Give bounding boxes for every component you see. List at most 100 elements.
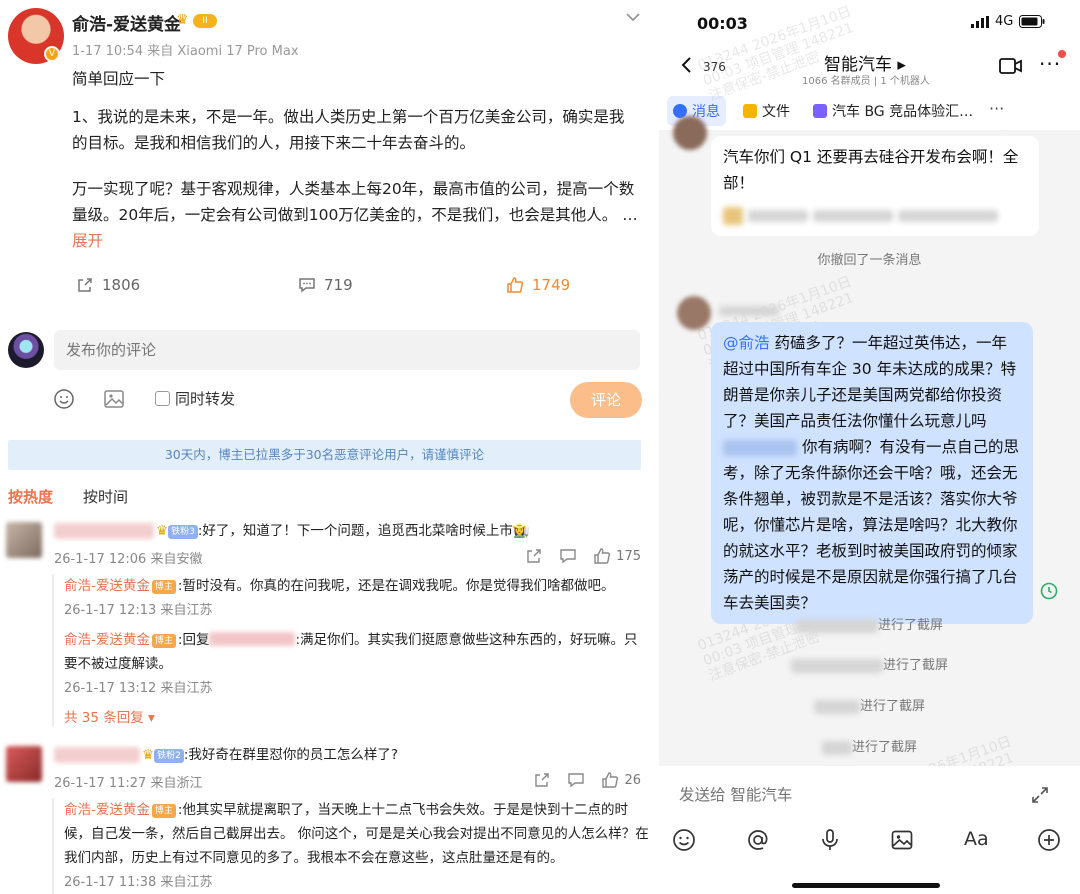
message-text: 你有病啊？有没有一点自己的思考，除了无条件舔你还会干啥？哦，还会无条件翘单，被罚… [723,434,1021,616]
comment-like-button[interactable]: 26 [602,772,641,788]
message-bubble[interactable]: @俞浩 药磕多了？一年超过英伟达，一年超过中国所有车企 30 年未达成的成果？特… [711,322,1033,624]
like-button[interactable]: 1749 [506,276,570,294]
message-text: @俞浩 药磕多了？一年超过英伟达，一年超过中国所有车企 30 年未达成的成果？特… [723,330,1021,434]
reaction-icon [723,206,743,225]
host-badge: 博主 [151,804,176,818]
like-count: 1749 [532,276,571,294]
repost-checkbox[interactable] [155,391,170,406]
redacted-name [813,699,860,714]
status-indicators: 4G [971,14,1045,29]
notice-text: 进行了截屏 [851,740,917,755]
mention-tag[interactable]: @俞浩 [723,334,770,352]
microphone-icon[interactable] [818,828,842,852]
comment-meta: 26-1-17 11:27 来自浙江 [54,776,203,791]
commenter-avatar[interactable] [6,746,42,782]
redacted-text [897,209,998,222]
share-icon[interactable] [534,772,550,788]
level-badge: II [193,14,217,28]
image-icon[interactable] [890,828,914,852]
add-icon[interactable] [1037,828,1061,852]
comment-like-count: 26 [624,772,641,788]
host-badge: 博主 [151,634,176,648]
sender-avatar[interactable] [677,296,711,330]
screenshot-notice: 进行了截屏 [659,736,1080,755]
expand-icon[interactable] [1031,786,1049,804]
back-arrow-icon[interactable] [679,56,693,74]
comment-input[interactable] [54,330,640,370]
emoji-icon[interactable] [672,828,696,852]
my-avatar [8,332,44,368]
commenter-name-redacted [54,747,140,763]
redacted-name [209,632,296,646]
comment-icon[interactable] [560,548,576,564]
redacted-name [723,439,797,456]
crown-icon: ♛ [142,747,155,763]
image-icon[interactable] [103,388,125,410]
chat-input[interactable] [665,772,1074,818]
redacted-text [747,209,808,222]
sort-by-hot-tab[interactable]: 按热度 [8,486,53,507]
redacted-name [790,658,883,673]
commenter-name-redacted [54,523,154,539]
reply-thread: 俞浩-爱送黄金 博主:暂时没有。你真的在问我呢，还是在调戏我呢。你是觉得我们啥都做… [52,574,650,726]
notice-text: 进行了截屏 [859,699,925,714]
redacted-text [812,209,893,222]
chat-tabs: 消息 文件 汽车 BG 竞品体验汇… ··· [659,96,1080,128]
expand-link[interactable]: 展开 [72,232,103,250]
comment-content: :我好奇在群里怼你的员工怎么样了? [183,747,399,763]
reply-author[interactable]: 俞浩-爱送黄金 [64,578,150,594]
comment-like-button[interactable]: 175 [594,548,641,564]
share-icon[interactable] [526,548,542,564]
reply-item: 俞浩-爱送黄金 博主:暂时没有。你真的在问我呢，还是在调戏我呢。你是觉得我们啥都做… [64,574,650,598]
reply-meta: 26-1-17 11:38 来自江苏 [64,875,213,890]
reply-thread: 俞浩-爱送黄金 博主:他其实早就提离职了，当天晚上十二点飞书会失效。于是是快到十二… [52,798,650,894]
unread-count: 376 [703,60,726,74]
reply-prefix: :回复 [177,632,210,648]
compose-tools: 同时转发 评论 [0,382,655,418]
redacted-name [821,740,852,755]
comment-button[interactable]: 719 [298,276,353,294]
folder-icon [743,104,757,118]
comment-actions: 26 [534,772,641,788]
sort-by-time-tab[interactable]: 按时间 [83,486,128,507]
reply-author[interactable]: 俞浩-爱送黄金 [64,802,150,818]
sender-avatar[interactable] [673,116,707,150]
reply-text: :满足你们。其实我们挺愿意做些这种东西的，好玩嘛。只要不被过度解读。 [64,632,638,672]
chevron-down-icon[interactable] [624,8,642,26]
comment-actions: 175 [526,548,641,564]
reply-text: :暂时没有。你真的在问我呢，还是在调戏我呢。你是觉得我们啥都做吧。 [177,578,615,594]
emoji-icon[interactable] [53,388,75,410]
message-text: 汽车你们 Q1 还要再去硅谷开发布会啊！全部！ [723,148,1019,192]
mention-icon[interactable] [746,828,770,852]
fan-badge: 铁粉2 [154,749,184,763]
read-receipt-icon [1040,582,1058,600]
comment-text: ♛ 铁粉3:好了，知道了！下一个问题，追觅西北菜啥时候上市👩‍🌾 [156,521,530,541]
thumbs-up-icon [594,548,611,564]
tab-label: 汽车 BG 竞品体验汇… [832,104,974,120]
text-format-button[interactable]: Aa [964,828,989,850]
tab-label: 文件 [762,104,790,120]
author-name[interactable]: 俞浩-爱送黄金 [72,10,181,35]
screenshot-notice: 进行了截屏 [659,654,1080,673]
tab-doc[interactable]: 汽车 BG 竞品体验汇… [813,96,973,126]
reply-author[interactable]: 俞浩-爱送黄金 [64,632,150,648]
video-call-icon[interactable] [999,56,1023,76]
repost-button[interactable]: 1806 [76,276,140,294]
redacted-name [795,618,878,633]
tab-files[interactable]: 文件 [743,96,790,126]
tabs-more-icon[interactable]: ··· [989,99,1004,118]
comment-like-count: 175 [616,548,641,564]
more-replies-link[interactable]: 共 35 条回复 ▾ [64,706,650,726]
battery-icon [1019,15,1045,28]
comment-icon[interactable] [568,772,585,788]
post-body: 简单回应一下 1、我说的是未来，不是一年。做出人类历史上第一个百万亿美金公司，确… [72,66,638,274]
submit-comment-button[interactable]: 评论 [570,382,642,418]
message-bubble[interactable]: 汽车你们 Q1 还要再去硅谷开发布会啊！全部！ [711,136,1039,236]
commenter-avatar[interactable] [6,522,42,558]
status-time: 00:03 [697,14,748,33]
reply-meta: 26-1-17 12:13 来自江苏 [64,603,213,618]
post-paragraph-2-text: 万一实现了呢？基于客观规律，人类基本上每20年，最高市值的公司，提高一个数量级。… [72,180,638,224]
repost-count: 1806 [102,276,141,294]
blocklist-notice: 30天内，博主已拉黑多于30名恶意评论用户，请谨慎评论 [8,440,641,470]
post-paragraph-2: 万一实现了呢？基于客观规律，人类基本上每20年，最高市值的公司，提高一个数量级。… [72,176,638,254]
